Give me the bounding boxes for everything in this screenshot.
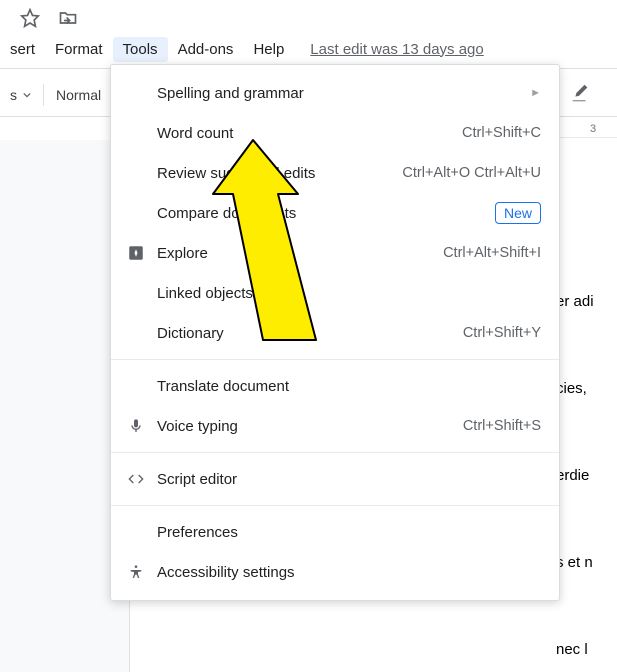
menu-translate-document[interactable]: Translate document (111, 366, 559, 406)
dd-label: Accessibility settings (157, 564, 541, 581)
new-badge: New (495, 202, 541, 224)
menu-help[interactable]: Help (243, 37, 294, 62)
menu-preferences[interactable]: Preferences (111, 512, 559, 552)
accessibility-icon (125, 564, 147, 580)
dd-label: Script editor (157, 471, 541, 488)
code-icon (125, 471, 147, 487)
menu-compare-documents[interactable]: Compare documents New (111, 193, 559, 233)
move-to-folder-icon[interactable] (58, 8, 78, 28)
menu-tools[interactable]: Tools (113, 37, 168, 62)
dd-shortcut: Ctrl+Shift+C (462, 125, 541, 141)
paragraph-style-dropdown[interactable]: Normal (46, 78, 111, 112)
submenu-arrow-icon: ► (530, 87, 541, 99)
dd-label: Explore (157, 245, 443, 262)
document-text: er adi cies, erdie s et n nec l (556, 280, 617, 672)
dd-shortcut: Ctrl+Shift+S (463, 418, 541, 434)
menu-review-suggested-edits[interactable]: Review suggested edits Ctrl+Alt+O Ctrl+A… (111, 153, 559, 193)
dd-label: Voice typing (157, 418, 463, 435)
dd-label: Linked objects (157, 285, 541, 302)
dd-label: Review suggested edits (157, 165, 402, 182)
paint-format-icon[interactable] (569, 82, 591, 104)
explore-icon (125, 244, 147, 262)
menu-addons[interactable]: Add-ons (168, 37, 244, 62)
menu-linked-objects[interactable]: Linked objects (111, 273, 559, 313)
star-icon[interactable] (20, 8, 40, 28)
dd-label: Compare documents (157, 205, 495, 222)
dd-label: Dictionary (157, 325, 463, 342)
dd-shortcut: Ctrl+Alt+Shift+I (443, 245, 541, 261)
dd-label: Spelling and grammar (157, 85, 530, 102)
menu-explore[interactable]: Explore Ctrl+Alt+Shift+I (111, 233, 559, 273)
ruler-mark: 3 (590, 123, 596, 135)
menubar: sert Format Tools Add-ons Help Last edit… (0, 34, 486, 64)
dd-label: Word count (157, 125, 462, 142)
chevron-down-icon (23, 91, 31, 99)
paragraph-style-label: Normal (56, 87, 101, 103)
menu-dictionary[interactable]: Dictionary Ctrl+Shift+Y (111, 313, 559, 353)
menu-spelling-grammar[interactable]: Spelling and grammar ► (111, 73, 559, 113)
menu-word-count[interactable]: Word count Ctrl+Shift+C (111, 113, 559, 153)
menu-format[interactable]: Format (45, 37, 113, 62)
mic-icon (125, 418, 147, 434)
toolbar: s Normal (0, 78, 111, 112)
last-edit-link[interactable]: Last edit was 13 days ago (308, 37, 485, 62)
menu-voice-typing[interactable]: Voice typing Ctrl+Shift+S (111, 406, 559, 446)
ruler: 3 (560, 120, 617, 138)
menu-divider (111, 505, 559, 506)
dd-shortcut: Ctrl+Shift+Y (463, 325, 541, 341)
menu-divider (111, 452, 559, 453)
dd-label: Translate document (157, 378, 541, 395)
dd-shortcut: Ctrl+Alt+O Ctrl+Alt+U (402, 165, 541, 181)
zoom-dropdown[interactable]: s (0, 78, 41, 112)
menu-divider (111, 359, 559, 360)
menu-script-editor[interactable]: Script editor (111, 459, 559, 499)
dd-label: Preferences (157, 524, 541, 541)
menu-insert[interactable]: sert (0, 37, 45, 62)
menu-accessibility-settings[interactable]: Accessibility settings (111, 552, 559, 592)
zoom-label: s (10, 87, 17, 103)
tools-dropdown: Spelling and grammar ► Word count Ctrl+S… (110, 64, 560, 601)
